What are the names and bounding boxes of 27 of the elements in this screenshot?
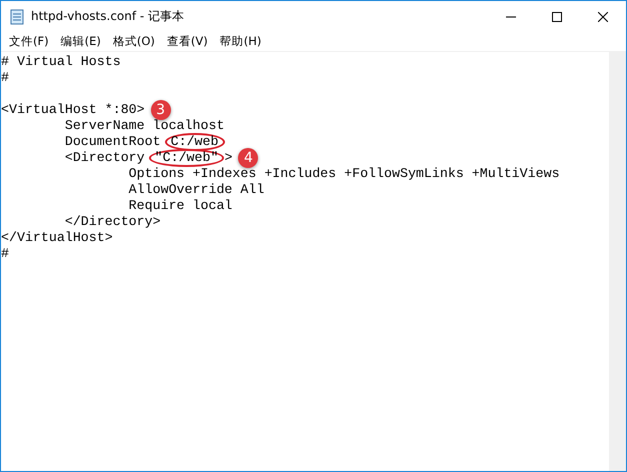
code-line: AllowOverride All — [128, 182, 264, 198]
code-line: > — [224, 150, 232, 166]
menu-item[interactable]: 编辑(E) — [54, 34, 107, 49]
window-title: httpd-vhosts.conf - 记事本 — [31, 8, 186, 25]
code-line: # Virtual Hosts — [1, 54, 121, 70]
notepad-icon — [9, 8, 25, 24]
menu-item[interactable]: 查看(V) — [160, 34, 214, 49]
step-number: 3 — [150, 100, 171, 120]
code-line: </VirtualHost> — [1, 230, 113, 246]
code-line: <VirtualHost *:80> — [1, 102, 145, 118]
code-line: ServerName localhost — [64, 118, 224, 134]
menu-item[interactable]: 帮助(H) — [214, 34, 268, 49]
code-line: # — [1, 246, 9, 262]
code-line: <Directory — [64, 150, 145, 166]
code-line: DocumentRoot — [64, 134, 161, 150]
menu-item[interactable]: 文件(F) — [3, 34, 55, 49]
scrollbar[interactable] — [609, 52, 626, 471]
step-number: 4 — [238, 148, 258, 168]
maximize-icon — [552, 12, 562, 22]
circled-path: C:/web — [164, 133, 224, 151]
code-line: # — [1, 70, 9, 86]
close-icon — [598, 12, 608, 22]
code-line: </Directory> — [64, 214, 161, 230]
circled-path: "C:/web" — [148, 149, 224, 167]
code-line: Options +Indexes +Includes +FollowSymLinks +MultiViews — [128, 166, 560, 182]
menu-item[interactable]: 格式(O) — [106, 34, 161, 49]
code-line: Require local — [128, 198, 232, 214]
